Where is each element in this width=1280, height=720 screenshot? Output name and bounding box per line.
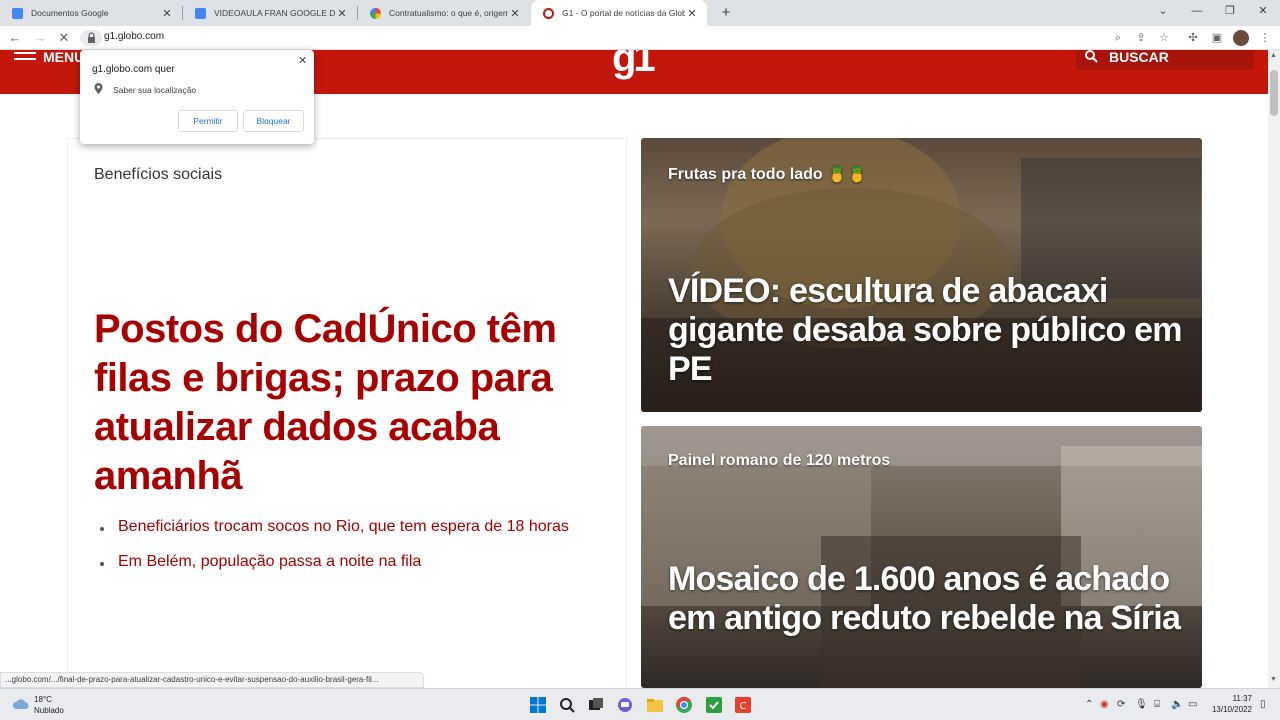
google-docs-icon (195, 7, 206, 19)
site-favicon-icon (370, 7, 381, 19)
card-kicker: Frutas pra todo lado 🍍🍍 (668, 166, 867, 183)
address-bar[interactable]: g1.globo.com (80, 28, 1140, 48)
link-status-bar: ...globo.com/.../final-de-prazo-para-atu… (0, 672, 424, 688)
tab-contratualismo[interactable]: Contratualismo: o que é, origem ✕ (358, 0, 530, 26)
page-scrollbar[interactable]: ▲ ▼ (1268, 50, 1280, 688)
lock-icon[interactable] (80, 30, 102, 46)
related-link[interactable]: Beneficiários trocam socos no Rio, que t… (100, 517, 570, 537)
weather-temp: 18°C (34, 695, 52, 704)
g1-page: MENU g1 BUSCAR Benefícios sociais Postos… (0, 50, 1268, 688)
tab-label: Contratualismo: o que é, origem (389, 8, 508, 18)
back-icon[interactable]: ← (6, 29, 24, 47)
green-app-icon[interactable] (705, 696, 723, 714)
browser-menu-icon[interactable]: ⋮ (1258, 31, 1272, 45)
permission-text: Saber sua localização (113, 85, 197, 95)
network-icon[interactable]: ⌸ (1154, 699, 1160, 710)
search-label: BUSCAR (1109, 50, 1169, 65)
battery-icon[interactable]: ▭ (1188, 699, 1197, 710)
location-pin-icon (94, 83, 103, 94)
browser-toolbar: ← → ✕ g1.globo.com ⌕ ⇪ ☆ ✣ ▣ ⋮ (0, 26, 1280, 50)
allow-button[interactable]: Permitir (178, 110, 238, 132)
close-tab-icon[interactable]: ✕ (508, 7, 522, 20)
card-title[interactable]: Mosaico de 1.600 anos é achado em antigo… (668, 560, 1188, 638)
microphone-icon[interactable]: 🎙 (1135, 699, 1148, 710)
google-docs-icon (12, 7, 23, 19)
scroll-up-icon[interactable]: ▲ (1270, 52, 1277, 59)
weather-desc: Nublado (34, 706, 64, 715)
zoom-icon[interactable]: ⌕ (1111, 31, 1125, 45)
svg-text:C: C (740, 701, 747, 712)
search-button[interactable]: BUSCAR (1076, 50, 1254, 70)
card-title[interactable]: VÍDEO: escultura de abacaxi gigante desa… (668, 272, 1188, 389)
news-card-mosaico[interactable]: Painel romano de 120 metros Mosaico de 1… (641, 426, 1202, 688)
tab-g1[interactable]: G1 - O portal de notícias da Glob ✕ (531, 0, 707, 26)
volume-icon[interactable]: 🔈 (1171, 699, 1183, 710)
tab-strip: Documentos Google ✕ VIDEOAULA FRAN GOOGL… (0, 0, 1280, 26)
bookmark-star-icon[interactable]: ☆ (1157, 31, 1171, 45)
tray-sync-icon[interactable]: ⟳ (1117, 699, 1125, 710)
clock-date: 13/10/2022 (1211, 705, 1252, 714)
cloud-weather-icon[interactable] (12, 697, 30, 711)
news-card-abacaxi[interactable]: Frutas pra todo lado 🍍🍍 VÍDEO: escultura… (641, 138, 1202, 412)
tab-documentos-google[interactable]: Documentos Google ✕ (0, 0, 182, 26)
tab-videoaula[interactable]: VIDEOAULA FRAN GOOGLE DOC ✕ (183, 0, 357, 26)
chrome-icon[interactable] (675, 696, 693, 714)
globo-icon (543, 7, 554, 19)
card-kicker: Painel romano de 120 metros (668, 452, 891, 469)
g1-logo[interactable]: g1 (612, 50, 656, 81)
menu-label[interactable]: MENU (43, 50, 84, 65)
notifications-icon[interactable]: ▯ (1260, 699, 1266, 710)
popup-title: g1.globo.com quer (92, 64, 175, 75)
share-icon[interactable]: ⇪ (1134, 31, 1148, 45)
scroll-down-icon[interactable]: ▼ (1270, 676, 1277, 683)
popup-close-icon[interactable]: ✕ (298, 54, 307, 67)
reload-icon[interactable]: ✕ (55, 29, 73, 47)
main-story-card[interactable]: Benefícios sociais Postos do CadÚnico tê… (67, 138, 627, 688)
forward-icon[interactable]: → (31, 29, 49, 47)
main-headline[interactable]: Postos do CadÚnico têm filas e brigas; p… (94, 305, 594, 501)
block-button[interactable]: Bloquear (243, 110, 304, 132)
close-tab-icon[interactable]: ✕ (160, 7, 174, 20)
tray-app-icon[interactable]: ◉ (1100, 699, 1109, 710)
related-links: Beneficiários trocam socos no Rio, que t… (100, 517, 570, 587)
close-tab-icon[interactable]: ✕ (335, 7, 349, 20)
extensions-icon[interactable]: ✣ (1186, 31, 1200, 45)
red-app-icon[interactable]: C (734, 696, 752, 714)
chat-icon[interactable] (616, 696, 634, 714)
related-link[interactable]: Em Belém, população passa a noite na fil… (100, 552, 570, 572)
close-window-icon[interactable]: ✕ (1246, 0, 1280, 24)
profile-avatar[interactable] (1233, 30, 1249, 46)
minimize-icon[interactable]: — (1180, 0, 1214, 24)
search-icon (1085, 50, 1098, 63)
task-view-icon[interactable] (587, 696, 605, 714)
tab-label: G1 - O portal de notícias da Glob (562, 8, 685, 18)
close-tab-icon[interactable]: ✕ (685, 7, 699, 20)
file-explorer-icon[interactable] (646, 696, 664, 714)
tab-label: Documentos Google (31, 8, 109, 18)
location-permission-popup: g1.globo.com quer ✕ Saber sua localizaçã… (80, 50, 314, 144)
system-clock[interactable]: 11:37 13/10/2022 (1204, 693, 1252, 715)
tab-search-icon[interactable]: ⌄ (1146, 0, 1180, 24)
clock-time: 11:37 (1232, 694, 1252, 703)
hamburger-menu-icon[interactable] (14, 52, 36, 64)
side-panel-icon[interactable]: ▣ (1210, 31, 1224, 45)
url-text: g1.globo.com (104, 31, 165, 42)
windows-taskbar: 18°C Nublado C ⌃ ◉ ⟳ 🎙 ⌸ 🔈 ▭ 11:37 13/10… (0, 688, 1280, 720)
tab-label: VIDEOAULA FRAN GOOGLE DOC (214, 8, 335, 18)
scroll-thumb[interactable] (1270, 70, 1278, 116)
new-tab-button[interactable]: + (716, 3, 736, 23)
search-taskbar-icon[interactable] (558, 696, 576, 714)
windows-start-icon[interactable] (529, 696, 547, 714)
restore-icon[interactable]: ❐ (1213, 0, 1247, 24)
tray-chevron-icon[interactable]: ⌃ (1085, 699, 1093, 710)
section-label: Benefícios sociais (94, 166, 223, 183)
